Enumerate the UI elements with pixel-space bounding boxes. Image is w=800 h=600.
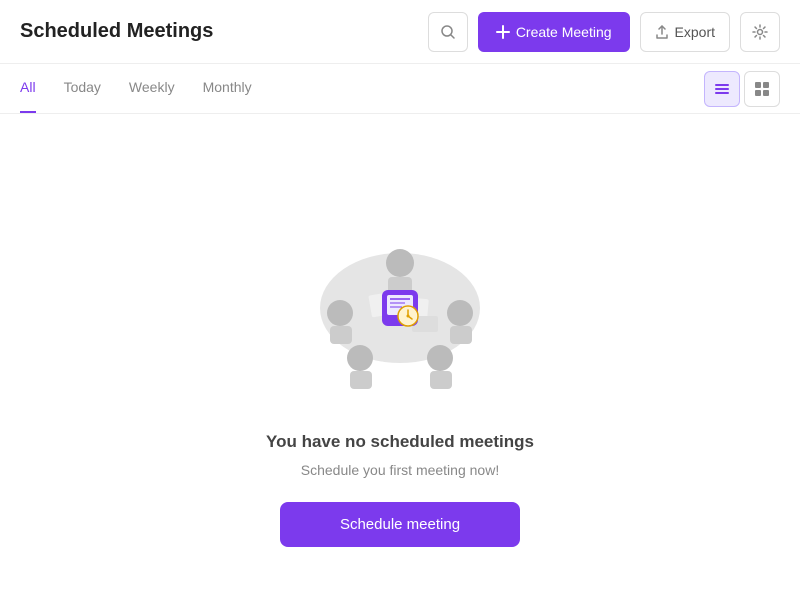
- header-actions: Create Meeting Export: [428, 12, 780, 52]
- search-icon: [440, 24, 456, 40]
- page-title: Scheduled Meetings: [20, 20, 213, 43]
- empty-state-illustration: [280, 168, 520, 408]
- gear-icon: [752, 24, 768, 40]
- empty-title: You have no scheduled meetings: [266, 432, 534, 452]
- list-view-button[interactable]: [704, 71, 740, 107]
- header: Scheduled Meetings Create Meeting Export: [0, 0, 800, 64]
- search-button[interactable]: [428, 12, 468, 52]
- tab-all[interactable]: All: [20, 64, 36, 113]
- view-toggle: [704, 71, 780, 107]
- schedule-meeting-button[interactable]: Schedule meeting: [280, 502, 520, 547]
- export-button[interactable]: Export: [640, 12, 730, 52]
- tab-today[interactable]: Today: [64, 64, 101, 113]
- export-icon: [655, 25, 669, 39]
- empty-subtitle: Schedule you first meeting now!: [301, 462, 499, 478]
- tab-monthly[interactable]: Monthly: [203, 64, 252, 113]
- plus-icon: [496, 25, 510, 39]
- grid-view-icon: [755, 82, 769, 96]
- create-meeting-button[interactable]: Create Meeting: [478, 12, 630, 52]
- grid-view-button[interactable]: [744, 71, 780, 107]
- list-view-icon: [715, 82, 729, 96]
- tabs-row: All Today Weekly Monthly: [0, 64, 800, 114]
- tabs-nav: All Today Weekly Monthly: [20, 64, 252, 113]
- main-content: You have no scheduled meetings Schedule …: [0, 114, 800, 600]
- settings-button[interactable]: [740, 12, 780, 52]
- tab-weekly[interactable]: Weekly: [129, 64, 175, 113]
